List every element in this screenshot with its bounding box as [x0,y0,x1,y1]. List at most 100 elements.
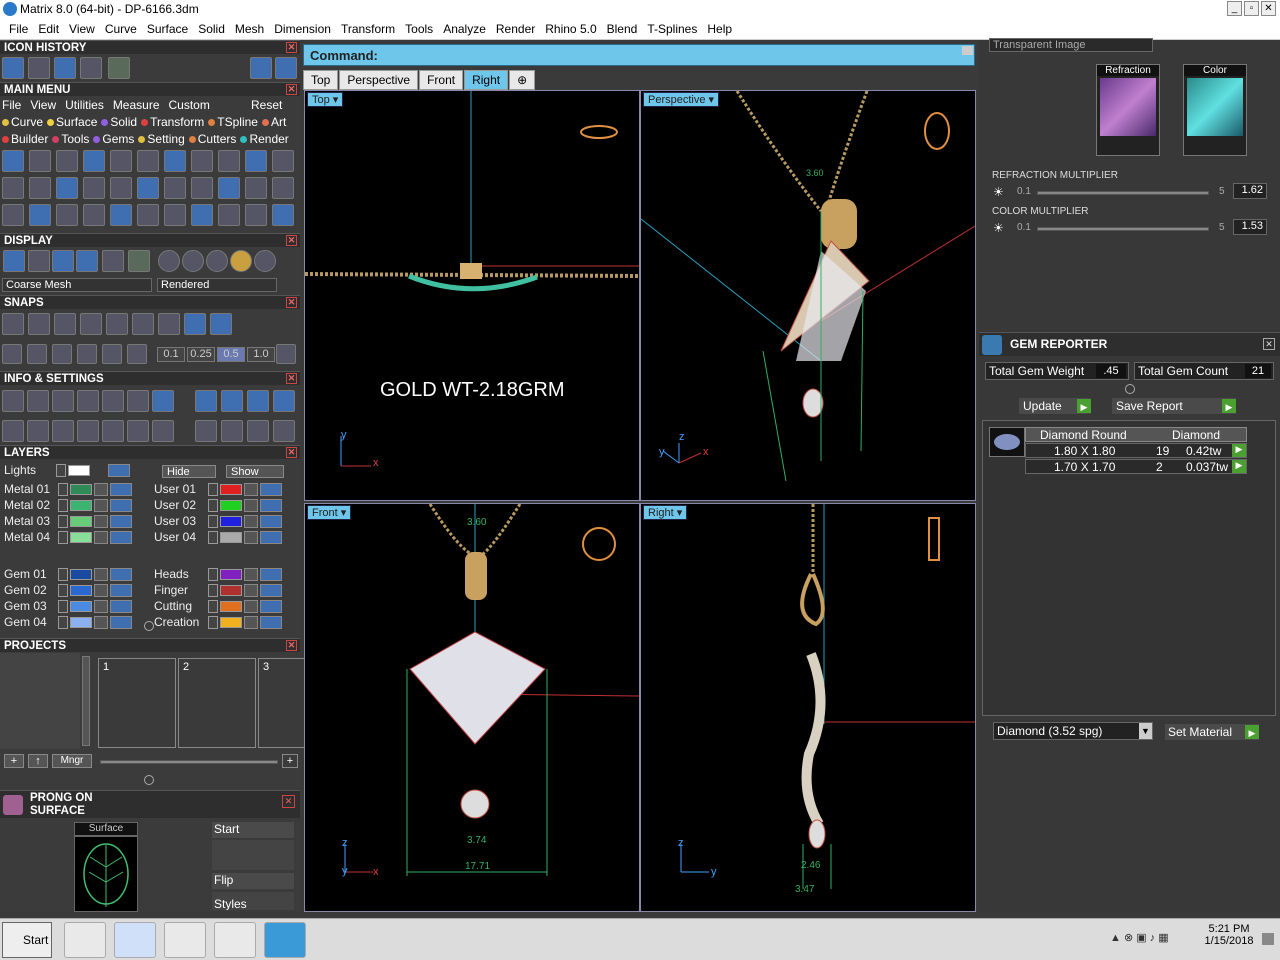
color-swatch[interactable]: Color [1183,64,1247,156]
visibility-toggle[interactable] [260,515,282,528]
info-tool-icon[interactable] [273,390,295,412]
history-icon-1[interactable] [2,57,24,79]
tool-icon[interactable] [2,204,24,226]
visibility-toggle[interactable] [110,515,132,528]
layer-row[interactable]: User 04 [154,530,294,545]
tool-icon[interactable] [272,204,294,226]
tool-icon[interactable] [272,177,294,199]
menu-item[interactable]: Transform [336,19,400,39]
info-tool-icon[interactable] [195,420,217,442]
expand-icon[interactable] [1125,384,1135,394]
main-menu-tab[interactable]: Curve [2,115,43,129]
menu-item[interactable]: Edit [33,19,64,39]
snap-tool-icon[interactable] [102,344,122,364]
close-icon[interactable]: ✕ [286,640,297,651]
lock-icon[interactable] [244,568,258,581]
toggle-icon[interactable] [108,464,130,477]
sphere-1-icon[interactable] [158,250,180,272]
snap-icon[interactable] [210,313,232,335]
layer-color[interactable] [70,617,92,628]
tab-top[interactable]: Top [303,70,339,90]
viewport-label[interactable]: Right ▾ [643,505,688,520]
arrow-icon[interactable] [208,483,218,496]
tool-icon[interactable] [29,177,51,199]
info-tool-icon[interactable] [273,420,295,442]
main-menu-tab[interactable]: Gems [93,132,134,146]
layer-color[interactable] [220,484,242,495]
snap-tool-icon[interactable] [127,344,147,364]
viewport-label[interactable]: Perspective ▾ [643,92,720,107]
lock-icon[interactable] [244,600,258,613]
arrow-icon[interactable] [58,600,68,613]
layer-row[interactable]: Cutting [154,599,294,614]
tool-icon[interactable] [137,150,159,172]
close-icon[interactable]: ✕ [286,235,297,246]
tool-icon[interactable] [218,150,240,172]
close-icon[interactable]: ✕ [282,795,295,808]
menu-item[interactable]: Solid [193,19,230,39]
close-icon[interactable]: ✕ [286,84,297,95]
close-button[interactable]: ✕ [1261,1,1276,16]
image-type-select[interactable]: Transparent Image [989,38,1153,52]
menu-item[interactable]: T-Splines [642,19,702,39]
snap-tool-icon[interactable] [77,344,97,364]
info-tool-icon[interactable] [2,420,24,442]
lock-icon[interactable] [244,515,258,528]
gem-table-row[interactable]: 1.80 X 1.80 19 0.42tw ▶ [1025,443,1247,458]
info-tool-icon[interactable] [102,420,124,442]
visibility-toggle[interactable] [110,531,132,544]
tool-icon[interactable] [110,177,132,199]
render-mode-select[interactable]: Rendered [157,278,277,292]
arrow-icon[interactable] [58,584,68,597]
tool-icon[interactable] [29,204,51,226]
arrow-icon[interactable] [58,499,68,512]
lock-icon[interactable] [244,584,258,597]
environment-icon[interactable] [102,250,124,272]
snap-value[interactable]: 1.0 [247,347,275,362]
layer-row[interactable]: Gem 04 [4,615,144,630]
close-icon[interactable]: ✕ [286,42,297,53]
tool-icon[interactable] [218,177,240,199]
gem-thumbnail[interactable] [989,427,1025,457]
lock-icon[interactable] [244,531,258,544]
tab-right[interactable]: Right [464,70,509,90]
arrow-icon[interactable] [58,483,68,496]
arrow-icon[interactable] [208,600,218,613]
menu-item[interactable]: Analyze [438,19,491,39]
menu-item[interactable]: File [4,19,33,39]
add-project-button[interactable]: + [4,754,24,768]
main-menu-tab[interactable]: Builder [2,132,48,146]
tool-icon[interactable] [245,204,267,226]
layer-row[interactable]: Metal 01 [4,482,144,497]
leaf-preview[interactable] [74,836,138,912]
info-tool-icon[interactable] [27,390,49,412]
show-desktop-button[interactable] [1262,933,1274,945]
layer-color[interactable] [70,532,92,543]
add-icon[interactable]: + [282,754,298,768]
layer-color[interactable] [220,500,242,511]
main-menu-tab[interactable]: Surface [47,115,97,129]
arrow-icon[interactable] [58,531,68,544]
up-button[interactable]: ↑ [28,754,48,768]
project-slot[interactable]: 2 [178,658,256,748]
mesh-select[interactable]: Coarse Mesh [2,278,152,292]
command-scroll-up[interactable] [962,46,973,55]
lock-icon[interactable] [244,499,258,512]
arrow-icon[interactable] [56,464,66,477]
tool-icon[interactable] [245,150,267,172]
main-menu-tab[interactable]: Transform [141,115,204,129]
arrow-icon[interactable] [208,531,218,544]
main-menu-tab[interactable]: Cutters [188,132,236,146]
wireframe-icon[interactable] [3,250,25,272]
menu-item[interactable]: Mesh [230,19,269,39]
visibility-toggle[interactable] [260,600,282,613]
lock-icon[interactable] [94,515,108,528]
layer-color[interactable] [220,516,242,527]
tool-icon[interactable] [164,177,186,199]
reset-button[interactable]: Reset [251,98,282,112]
layer-row[interactable]: Creation [154,615,294,630]
info-tool-icon[interactable] [27,420,49,442]
layer-color[interactable] [70,585,92,596]
tool-icon[interactable] [56,150,78,172]
projects-scrollbar[interactable] [82,656,90,746]
